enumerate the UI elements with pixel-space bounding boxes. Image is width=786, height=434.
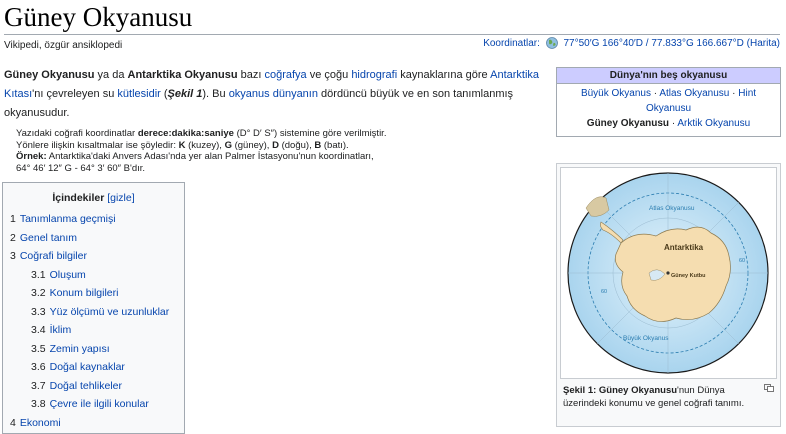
navbox-separator: ·: [729, 88, 739, 99]
enlarge-icon[interactable]: [764, 384, 774, 392]
caption-bold: Şekil 1: Güney Okyanusu: [563, 385, 678, 396]
intro-bold-alt-title: Antarktika Okyanusu: [127, 69, 238, 81]
toc-item-tanimlanma-gecmisi[interactable]: 1 Tanımlanma geçmişi: [3, 210, 184, 229]
link-hidrografi[interactable]: hidrografi: [351, 69, 397, 81]
map-label-lat-right: 60: [739, 258, 745, 264]
coordinates-bar: Koordinatlar: 77°50′G 166°40′D / 77.833°…: [483, 37, 780, 49]
toc-item-cevre[interactable]: 3.8 Çevre ile ilgili konular: [3, 395, 184, 414]
toc-item-cografi-bilgiler[interactable]: 3 Coğrafi bilgiler: [3, 247, 184, 266]
map-label-atlantic: Atlas Okyanusu: [649, 205, 695, 212]
toc-item-yuz-olcumu[interactable]: 3.3 Yüz ölçümü ve uzunluklar: [3, 303, 184, 322]
figure-thumbnail: Atlas Okyanusu Antarktika Güney Kutbu Bü…: [556, 163, 781, 427]
intro-text: bazı: [237, 69, 265, 81]
coord-note-line-3: Örnek: Antarktika'daki Anvers Adası'nda …: [16, 151, 374, 162]
coordinates-link[interactable]: 77°50′G 166°40′D / 77.833°G 166.667°D (H…: [563, 38, 780, 49]
globe-icon: [545, 37, 558, 49]
intro-text: ). Bu: [202, 88, 229, 100]
map-label-pacific: Büyük Okyanus: [623, 335, 669, 342]
navbox-body: Büyük Okyanus · Atlas Okyanusu · Hint Ok…: [557, 84, 780, 133]
navbox-link-buyuk-okyanus[interactable]: Büyük Okyanus: [581, 88, 651, 99]
coord-note-line-2: Yönlere ilişkin kısaltmalar ise şöyledir…: [16, 139, 349, 151]
coordinates-label[interactable]: Koordinatlar:: [483, 38, 540, 49]
oceans-navbox: Dünya'nın beş okyanusu Büyük Okyanus · A…: [556, 67, 781, 137]
table-of-contents: İçindekiler [gizle] 1 Tanımlanma geçmişi …: [2, 182, 185, 434]
link-kutlesidir[interactable]: kütlesidir: [117, 88, 160, 100]
intro-paragraph: Güney Okyanusu ya da Antarktika Okyanusu…: [4, 66, 544, 123]
coord-note-line-1: Yazıdaki coğrafi koordinatlar derece:dak…: [16, 128, 387, 139]
map-label-antarctica: Antarktika: [664, 243, 704, 252]
navbox-link-atlas-okyanusu[interactable]: Atlas Okyanusu: [659, 88, 729, 99]
antarctica-map: Atlas Okyanusu Antarktika Güney Kutbu Bü…: [567, 172, 769, 374]
toc-title: İçindekiler: [52, 192, 105, 204]
intro-bold-title: Güney Okyanusu: [4, 69, 95, 81]
intro-text: kaynaklarına göre: [397, 69, 491, 81]
map-image[interactable]: Atlas Okyanusu Antarktika Güney Kutbu Bü…: [560, 167, 777, 379]
page-title: Güney Okyanusu: [4, 2, 193, 32]
intro-text: ya da: [94, 69, 128, 81]
coordinate-note: Yazıdaki coğrafi koordinatlar derece:dak…: [16, 128, 456, 174]
coord-note-line-4: 64° 46′ 12″ G - 64° 3′ 60″ B'dır.: [16, 162, 146, 174]
navbox-current-guney-okyanusu: Güney Okyanusu: [586, 118, 670, 129]
toc-list: 1 Tanımlanma geçmişi 2 Genel tanım 3 Coğraf…: [3, 210, 184, 432]
toc-item-dogal-tehlikeler[interactable]: 3.7 Doğal tehlikeler: [3, 377, 184, 396]
title-divider: [4, 34, 780, 35]
navbox-link-arktik-okyanusu[interactable]: Arktik Okyanusu: [677, 118, 750, 129]
navbox-title: Dünya'nın beş okyanusu: [557, 68, 780, 84]
link-cografya[interactable]: coğrafya: [264, 69, 306, 81]
map-label-south-pole: Güney Kutbu: [671, 273, 706, 279]
figure-reference: Şekil 1: [167, 88, 203, 100]
toc-item-konum-bilgileri[interactable]: 3.2 Konum bilgileri: [3, 284, 184, 303]
toc-header: İçindekiler [gizle]: [3, 192, 184, 204]
map-label-lat-left: 60: [601, 289, 607, 295]
intro-text: ve çoğu: [306, 69, 352, 81]
toc-item-ekonomi[interactable]: 4 Ekonomi: [3, 414, 184, 433]
intro-text: 'nı çevreleyen su: [32, 88, 118, 100]
intro-text: (: [160, 88, 168, 100]
toc-item-genel-tanim[interactable]: 2 Genel tanım: [3, 229, 184, 248]
toc-toggle-button[interactable]: [gizle]: [107, 192, 134, 204]
toc-item-zemin-yapisi[interactable]: 3.5 Zemin yapısı: [3, 340, 184, 359]
toc-item-iklim[interactable]: 3.4 İklim: [3, 321, 184, 340]
figure-caption: Şekil 1: Güney Okyanusu'nun Dünya üzerin…: [563, 384, 763, 410]
page-tagline: Vikipedi, özgür ansiklopedi: [4, 40, 123, 51]
link-okyanus-dunyanin[interactable]: okyanus dünyanın: [229, 88, 318, 100]
toc-item-olusum[interactable]: 3.1 Oluşum: [3, 266, 184, 285]
toc-item-dogal-kaynaklar[interactable]: 3.6 Doğal kaynaklar: [3, 358, 184, 377]
